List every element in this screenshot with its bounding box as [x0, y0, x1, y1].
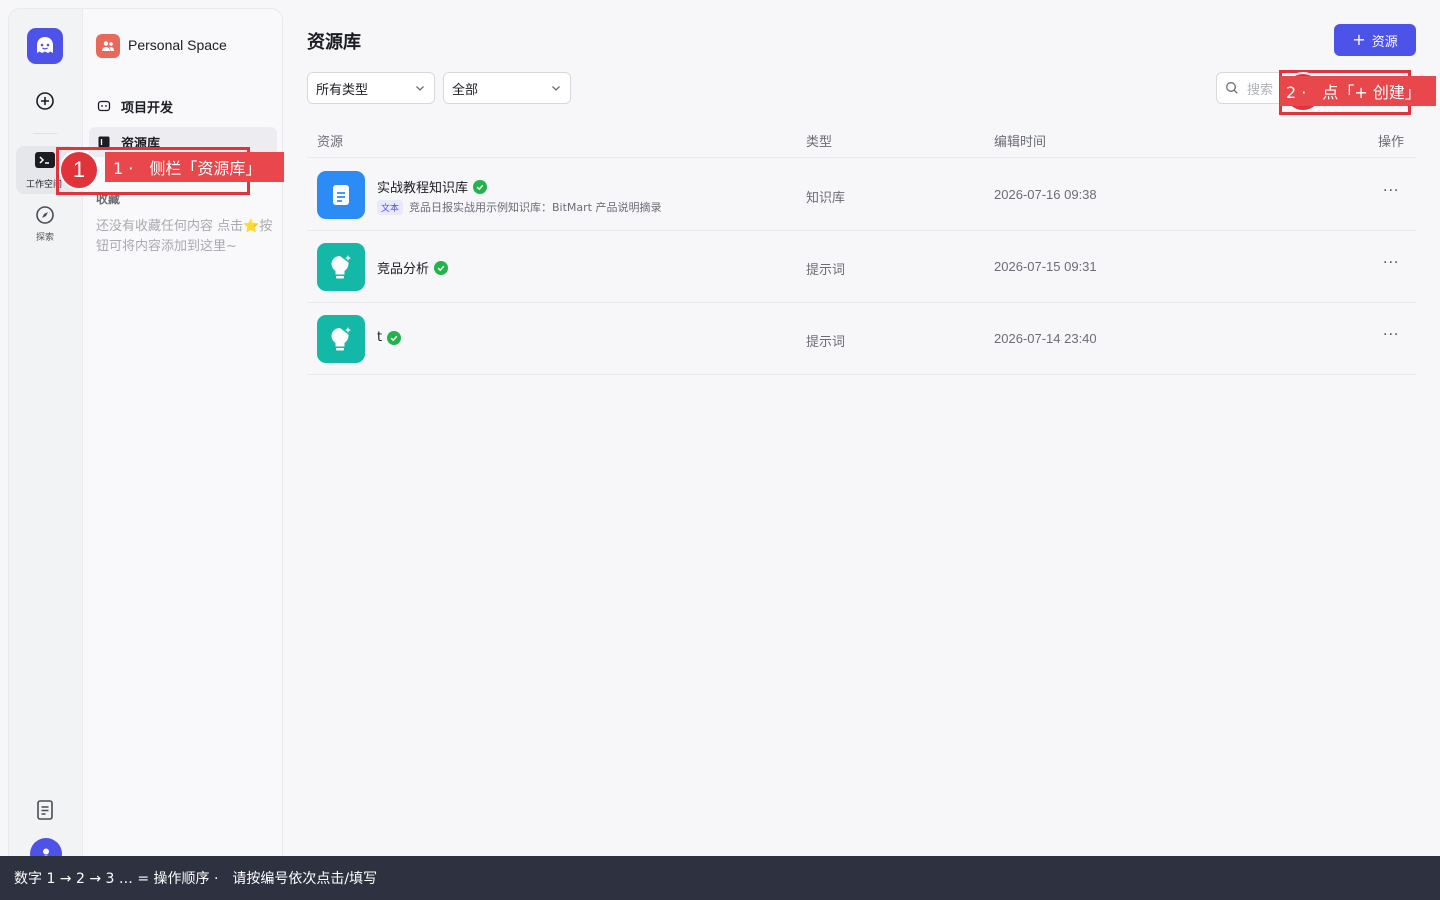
compass-icon[interactable]	[35, 205, 55, 225]
plus-icon: +	[1352, 30, 1366, 49]
verified-check-icon	[473, 179, 488, 194]
resource-name: 竞品分析	[377, 262, 430, 277]
resource-name: 实战教程知识库	[377, 181, 469, 196]
resource-edit-time: 2026-07-15 09:31	[994, 259, 1097, 274]
favorites-empty-text: 还没有收藏任何内容 点击⭐按钮可将内容添加到这里~	[96, 219, 273, 254]
table-row[interactable]: t 提示词 2026-07-14 23:40 ···	[307, 303, 1416, 375]
lightbulb-icon	[317, 243, 365, 291]
step2-label: 2 · 点「+ 创建」	[1280, 76, 1436, 106]
step1-label: 1 · 侧栏「资源库」	[105, 152, 284, 182]
resource-edit-time: 2026-07-16 09:38	[994, 187, 1097, 202]
resource-name: t	[377, 330, 383, 345]
owner-filter-value: 全部	[452, 82, 479, 98]
search-icon	[1226, 82, 1238, 94]
table-row[interactable]: 实战教程知识库 文本 竞品日报实战用示例知识库：BitMart 产品说明摘录 知…	[307, 159, 1416, 231]
resource-edit-time: 2026-07-14 23:40	[994, 331, 1097, 346]
sidebar-item-projects-label: 项目开发	[121, 100, 174, 116]
more-actions-icon[interactable]: ···	[1383, 327, 1399, 343]
verified-check-icon	[434, 260, 449, 275]
owner-filter-select[interactable]: 全部	[443, 72, 571, 104]
terminal-icon	[35, 152, 55, 168]
left-rail: 工作空间 探索	[8, 8, 82, 870]
verified-check-icon	[387, 330, 402, 345]
lightbulb-icon	[317, 315, 365, 363]
col-type: 类型	[806, 135, 833, 150]
type-filter-value: 所有类型	[316, 82, 369, 98]
instruction-bar: 数字 1 → 2 → 3 … = 操作顺序 · 请按编号依次点击/填写	[0, 856, 1440, 900]
add-resource-button[interactable]: + 资源	[1334, 24, 1416, 56]
table-row[interactable]: 竞品分析 提示词 2026-07-15 09:31 ···	[307, 231, 1416, 303]
docs-icon[interactable]	[35, 799, 55, 821]
robot-icon	[97, 100, 111, 112]
personal-space-icon	[96, 34, 120, 58]
resource-tag: 文本	[377, 199, 404, 215]
more-actions-icon[interactable]: ···	[1383, 183, 1399, 199]
resource-description: 竞品日报实战用示例知识库：BitMart 产品说明摘录	[409, 201, 662, 214]
resource-type: 知识库	[806, 191, 846, 206]
app-logo-icon[interactable]	[27, 28, 63, 64]
rail-explore-label[interactable]: 探索	[9, 230, 81, 243]
chevron-down-icon	[552, 86, 560, 91]
resource-type: 提示词	[806, 335, 846, 350]
col-actions: 操作	[1378, 135, 1405, 150]
sidebar-item-projects[interactable]: 项目开发	[89, 93, 277, 119]
create-plus-icon[interactable]	[35, 91, 55, 111]
main-content: 资源库 + 资源 所有类型 全部 搜索 资源 类型 编辑时间 操作 实战教程知识…	[283, 0, 1440, 856]
workspace-sidebar: Personal Space 项目开发 资源库 收藏 还没有收藏任何内容 点击⭐…	[82, 8, 283, 868]
type-filter-select[interactable]: 所有类型	[307, 72, 435, 104]
document-icon	[317, 171, 365, 219]
chevron-down-icon	[416, 86, 424, 91]
col-edited: 编辑时间	[994, 135, 1047, 150]
step1-number-badge: 1	[59, 150, 99, 190]
rail-divider	[33, 133, 57, 134]
page-title: 资源库	[307, 32, 361, 53]
space-name[interactable]: Personal Space	[128, 37, 227, 53]
table-header: 资源 类型 编辑时间 操作	[307, 120, 1416, 158]
add-resource-label: 资源	[1371, 34, 1398, 50]
col-resource: 资源	[317, 135, 344, 150]
more-actions-icon[interactable]: ···	[1383, 255, 1399, 271]
resource-type: 提示词	[806, 263, 846, 278]
search-placeholder: 搜索	[1247, 82, 1274, 98]
